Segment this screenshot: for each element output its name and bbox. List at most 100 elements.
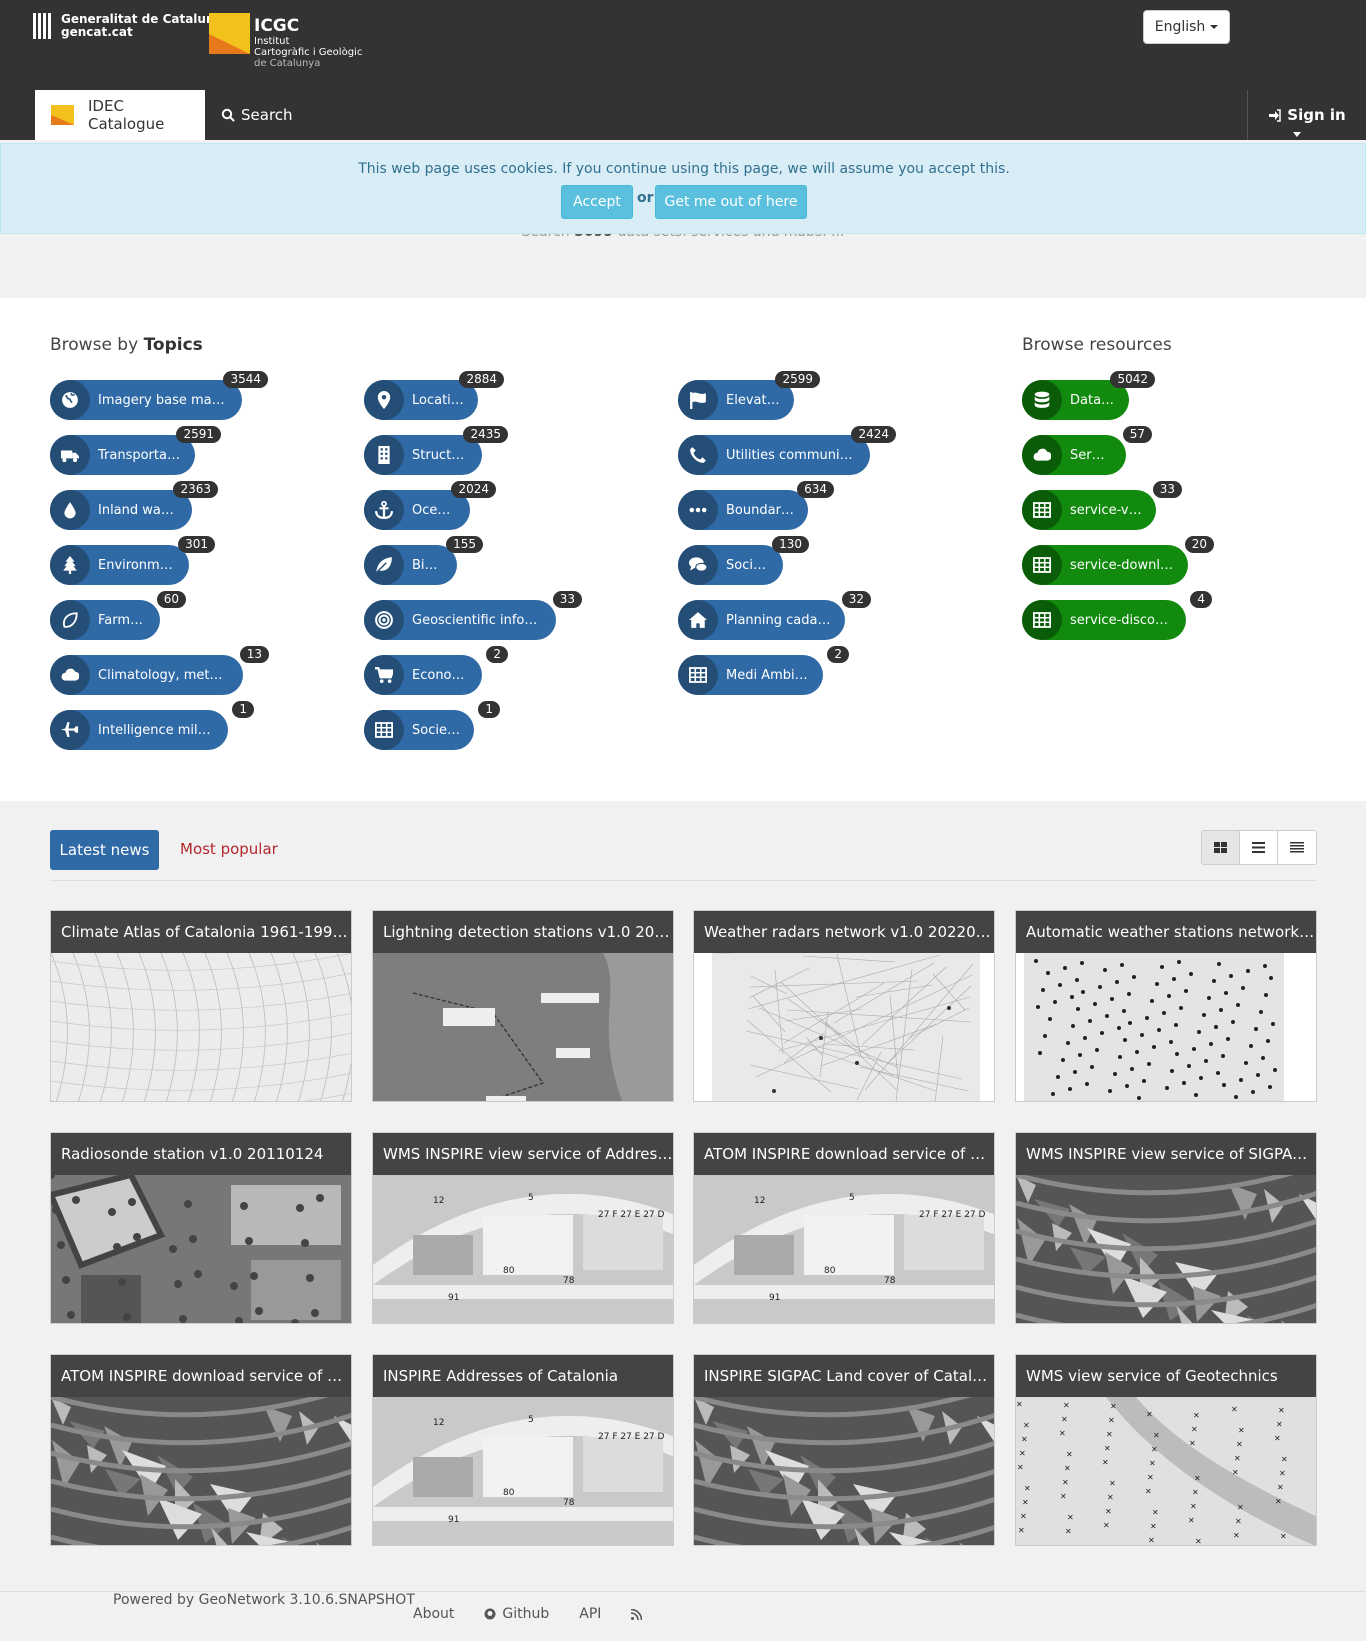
news-card[interactable]: ATOM INSPIRE download service of Ad... 1… <box>693 1132 995 1324</box>
news-card[interactable]: WMS view service of Geotechnics ✕ ✕ ✕ ✕ ✕ ✕ ✕ ✕… <box>1015 1354 1317 1546</box>
news-card-title[interactable]: ATOM INSPIRE download service of Ad... <box>694 1133 994 1175</box>
topic-pill[interactable]: Environment 301 <box>50 536 215 585</box>
compact-list-view-button[interactable] <box>1278 831 1316 864</box>
topic-pill[interactable]: Society 130 <box>678 536 809 585</box>
svg-text:✕: ✕ <box>1106 1430 1113 1439</box>
topic-pill[interactable]: Utilities communica... 2424 <box>678 426 896 475</box>
topic-pill[interactable]: Climatology, meteor... 13 <box>50 646 269 695</box>
resource-pill[interactable]: service-view 33 <box>1022 481 1182 530</box>
svg-text:✕: ✕ <box>1059 1429 1066 1438</box>
news-card[interactable]: Radiosonde station v1.0 20110124 <box>50 1132 352 1324</box>
svg-text:12: 12 <box>433 1196 444 1206</box>
svg-text:12: 12 <box>433 1418 444 1428</box>
topic-pill[interactable]: Biota 155 <box>364 536 483 585</box>
pill-icon <box>50 710 90 750</box>
news-card[interactable]: INSPIRE SIGPAC Land cover of Catalonia <box>693 1354 995 1546</box>
news-card[interactable]: Automatic weather stations network v... <box>1015 910 1317 1102</box>
topic-pill[interactable]: Medi Ambient 2 <box>678 646 849 695</box>
footer-github-link[interactable]: Github <box>484 1606 549 1622</box>
news-card-title[interactable]: WMS INSPIRE view service of Addresse... <box>373 1133 673 1175</box>
resource-pill[interactable]: service-download 20 <box>1022 536 1214 585</box>
news-card-thumbnail[interactable] <box>694 1397 994 1545</box>
topic-pill[interactable]: Structure 2435 <box>364 426 508 475</box>
topic-pill[interactable]: Oceans 2024 <box>364 481 496 530</box>
svg-text:✕: ✕ <box>1104 1444 1111 1453</box>
news-card-title[interactable]: WMS view service of Geotechnics <box>1016 1355 1316 1397</box>
news-card[interactable]: WMS INSPIRE view service of SIGPAC L... <box>1015 1132 1317 1324</box>
resource-pill[interactable]: Dataset 5042 <box>1022 371 1155 420</box>
news-card-thumbnail[interactable] <box>1016 953 1316 1101</box>
news-card-thumbnail[interactable] <box>51 953 351 1101</box>
topic-pill[interactable]: Economy 2 <box>364 646 508 695</box>
truck-icon <box>61 450 79 463</box>
topic-pill[interactable]: Geoscientific inform... 33 <box>364 591 582 640</box>
news-card-title[interactable]: Weather radars network v1.0 20220314 <box>694 911 994 953</box>
list-view-button[interactable] <box>1240 831 1278 864</box>
icgc-logo[interactable]: ICGC Institut Cartogràfic i Geològic de … <box>209 13 362 69</box>
tab-idec-catalogue[interactable]: IDEC Catalogue <box>35 90 205 140</box>
footer-api-link[interactable]: API <box>579 1606 601 1622</box>
pill-label: service-download <box>1070 557 1185 573</box>
news-card-thumbnail[interactable]: 12 5 27 F 27 E 27 D 80 78 91 <box>694 1175 994 1323</box>
signin-caret-icon[interactable] <box>1293 132 1301 137</box>
topic-pill[interactable]: Location 2884 <box>364 371 504 420</box>
news-card-thumbnail[interactable] <box>51 1397 351 1545</box>
svg-text:✕: ✕ <box>1188 1516 1195 1525</box>
language-dropdown[interactable]: English <box>1143 10 1230 44</box>
news-card-thumbnail[interactable] <box>373 953 673 1101</box>
rss-icon[interactable] <box>631 1608 643 1620</box>
news-card-thumbnail[interactable] <box>1016 1175 1316 1323</box>
powered-by-link[interactable]: Powered by GeoNetwork 3.10.6.SNAPSHOT <box>113 1592 415 1608</box>
news-card-thumbnail[interactable] <box>694 953 994 1101</box>
topic-pill[interactable]: Imagery base maps ... 3544 <box>50 371 268 420</box>
count-badge: 634 <box>797 481 834 498</box>
news-card-thumbnail[interactable] <box>51 1175 351 1323</box>
news-card-title[interactable]: ATOM INSPIRE download service of SIG... <box>51 1355 351 1397</box>
svg-text:5: 5 <box>528 1193 534 1203</box>
pill-label: Imagery base maps ... <box>98 392 242 408</box>
tab-most-popular[interactable]: Most popular <box>180 840 278 858</box>
news-card-title[interactable]: INSPIRE Addresses of Catalonia <box>373 1355 673 1397</box>
pill-label: Farming <box>98 612 151 628</box>
topic-pill[interactable]: Elevation 2599 <box>678 371 820 420</box>
news-card-title[interactable]: Radiosonde station v1.0 20110124 <box>51 1133 351 1175</box>
news-card-title[interactable]: WMS INSPIRE view service of SIGPAC L... <box>1016 1133 1316 1175</box>
news-card-title[interactable]: Automatic weather stations network v... <box>1016 911 1316 953</box>
news-card[interactable]: WMS INSPIRE view service of Addresse... … <box>372 1132 674 1324</box>
topic-pill[interactable]: Transportation 2591 <box>50 426 221 475</box>
table-icon <box>1033 502 1051 518</box>
news-card[interactable]: INSPIRE Addresses of Catalonia 12 5 27 F 2… <box>372 1354 674 1546</box>
news-card[interactable]: Weather radars network v1.0 20220314 <box>693 910 995 1102</box>
footer-about-link[interactable]: About <box>413 1606 454 1622</box>
svg-text:✕: ✕ <box>1150 1522 1157 1531</box>
tab-search[interactable]: Search <box>221 90 293 140</box>
count-badge: 13 <box>239 646 269 663</box>
svg-text:✕: ✕ <box>1234 1454 1241 1463</box>
resource-pill[interactable]: Service 57 <box>1022 426 1152 475</box>
cookie-accept-button[interactable]: Accept <box>561 185 633 219</box>
generalitat-logo[interactable]: Generalitat de Catalunya gencat.cat <box>33 13 230 39</box>
news-card-thumbnail[interactable]: ✕ ✕ ✕ ✕ ✕ ✕ ✕ ✕ ✕ ✕ ✕ ✕ ✕ ✕ ✕ ✕ ✕ ✕ ✕ ✕ ✕ ✕ ✕ ✕ ✕ ✕ ✕ ✕ ✕ ✕ ✕ ✕ ✕ ✕ ✕ ✕ ✕ ✕ ✕ ✕… <box>1016 1397 1316 1545</box>
grid-view-button[interactable] <box>1202 831 1240 864</box>
svg-text:✕: ✕ <box>1107 1493 1114 1502</box>
tab-latest-news[interactable]: Latest news <box>50 830 159 870</box>
topic-pill[interactable]: Intelligence military 1 <box>50 701 254 750</box>
topic-pill[interactable]: Planning cadastre 32 <box>678 591 871 640</box>
news-card-thumbnail[interactable]: 12 5 27 F 27 E 27 D 80 78 91 <box>373 1397 673 1545</box>
topic-pill[interactable]: Farming 60 <box>50 591 186 640</box>
news-card-title[interactable]: Lightning detection stations v1.0 2011..… <box>373 911 673 953</box>
resource-pill[interactable]: service-discovery 4 <box>1022 591 1212 640</box>
sign-in-button[interactable]: Sign in <box>1247 90 1366 140</box>
topic-pill[interactable]: Societat 1 <box>364 701 500 750</box>
svg-text:✕: ✕ <box>1064 1464 1071 1473</box>
news-card[interactable]: Lightning detection stations v1.0 2011..… <box>372 910 674 1102</box>
news-card[interactable]: ATOM INSPIRE download service of SIG... <box>50 1354 352 1546</box>
news-card-thumbnail[interactable]: 12 5 27 F 27 E 27 D 80 78 91 <box>373 1175 673 1323</box>
cookie-leave-button[interactable]: Get me out of here <box>655 185 807 219</box>
pill-label: Structure <box>412 447 473 463</box>
news-card-title[interactable]: Climate Atlas of Catalonia 1961-1990 v..… <box>51 911 351 953</box>
news-card-title[interactable]: INSPIRE SIGPAC Land cover of Catalonia <box>694 1355 994 1397</box>
topic-pill[interactable]: Inland waters 2363 <box>50 481 218 530</box>
topic-pill[interactable]: Boundaries 634 <box>678 481 834 530</box>
news-card[interactable]: Climate Atlas of Catalonia 1961-1990 v..… <box>50 910 352 1102</box>
